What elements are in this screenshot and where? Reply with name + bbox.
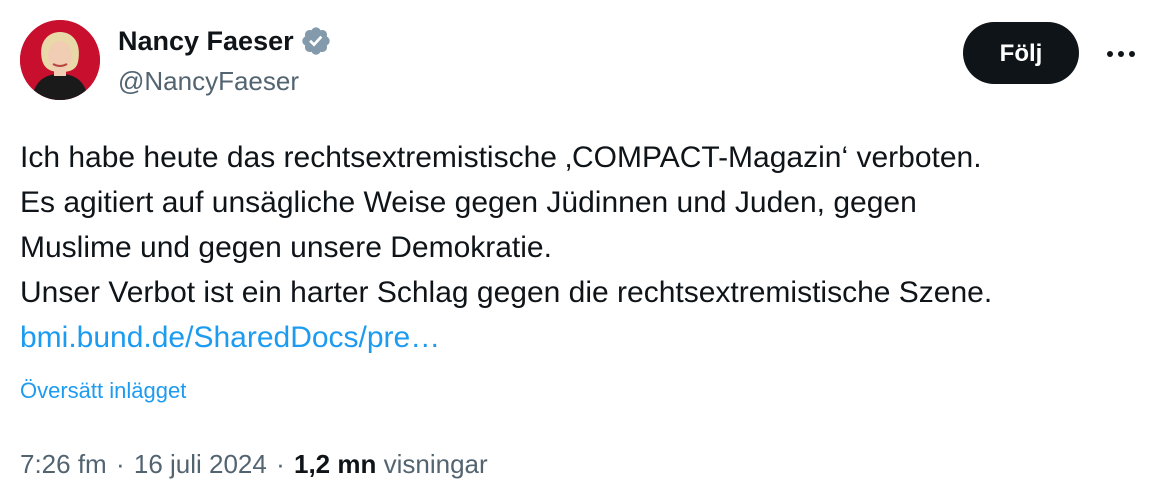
meta-separator: · <box>276 449 285 479</box>
ellipsis-icon[interactable] <box>1103 40 1139 68</box>
name-row: Nancy Faeser <box>118 22 332 60</box>
views-count[interactable]: 1,2 mn <box>294 449 376 479</box>
tweet-meta: 7:26 fm · 16 juli 2024 · 1,2 mn visninga… <box>20 446 488 482</box>
verified-badge-icon[interactable] <box>300 25 332 57</box>
avatar-portrait-icon <box>20 20 100 100</box>
tweet-line: Unser Verbot ist ein harter Schlag gegen… <box>20 276 993 309</box>
tweet-line: Ich habe heute das rechtsextremistische … <box>20 141 982 174</box>
display-name[interactable]: Nancy Faeser <box>118 22 294 60</box>
meta-separator: · <box>115 449 125 479</box>
tweet-line: Es agitiert auf unsägliche Weise gegen J… <box>20 186 917 219</box>
timestamp-date[interactable]: 16 juli 2024 <box>134 449 267 479</box>
views-label: visningar <box>383 449 488 479</box>
follow-button[interactable]: Följ <box>963 22 1079 84</box>
tweet-text: Ich habe heute das rechtsextremistische … <box>20 135 1150 360</box>
handle[interactable]: @NancyFaeser <box>118 64 332 98</box>
timestamp-time[interactable]: 7:26 fm <box>20 449 107 479</box>
tweet-header: Nancy Faeser @NancyFaeser Följ <box>20 20 1139 102</box>
translate-post-link[interactable]: Översätt inlägget <box>20 376 186 406</box>
avatar[interactable] <box>20 20 100 100</box>
tweet-line: Muslime und gegen unsere Demokratie. <box>20 231 552 264</box>
author-identity: Nancy Faeser @NancyFaeser <box>118 22 332 98</box>
tweet-link[interactable]: bmi.bund.de/SharedDocs/pre… <box>20 315 1150 360</box>
